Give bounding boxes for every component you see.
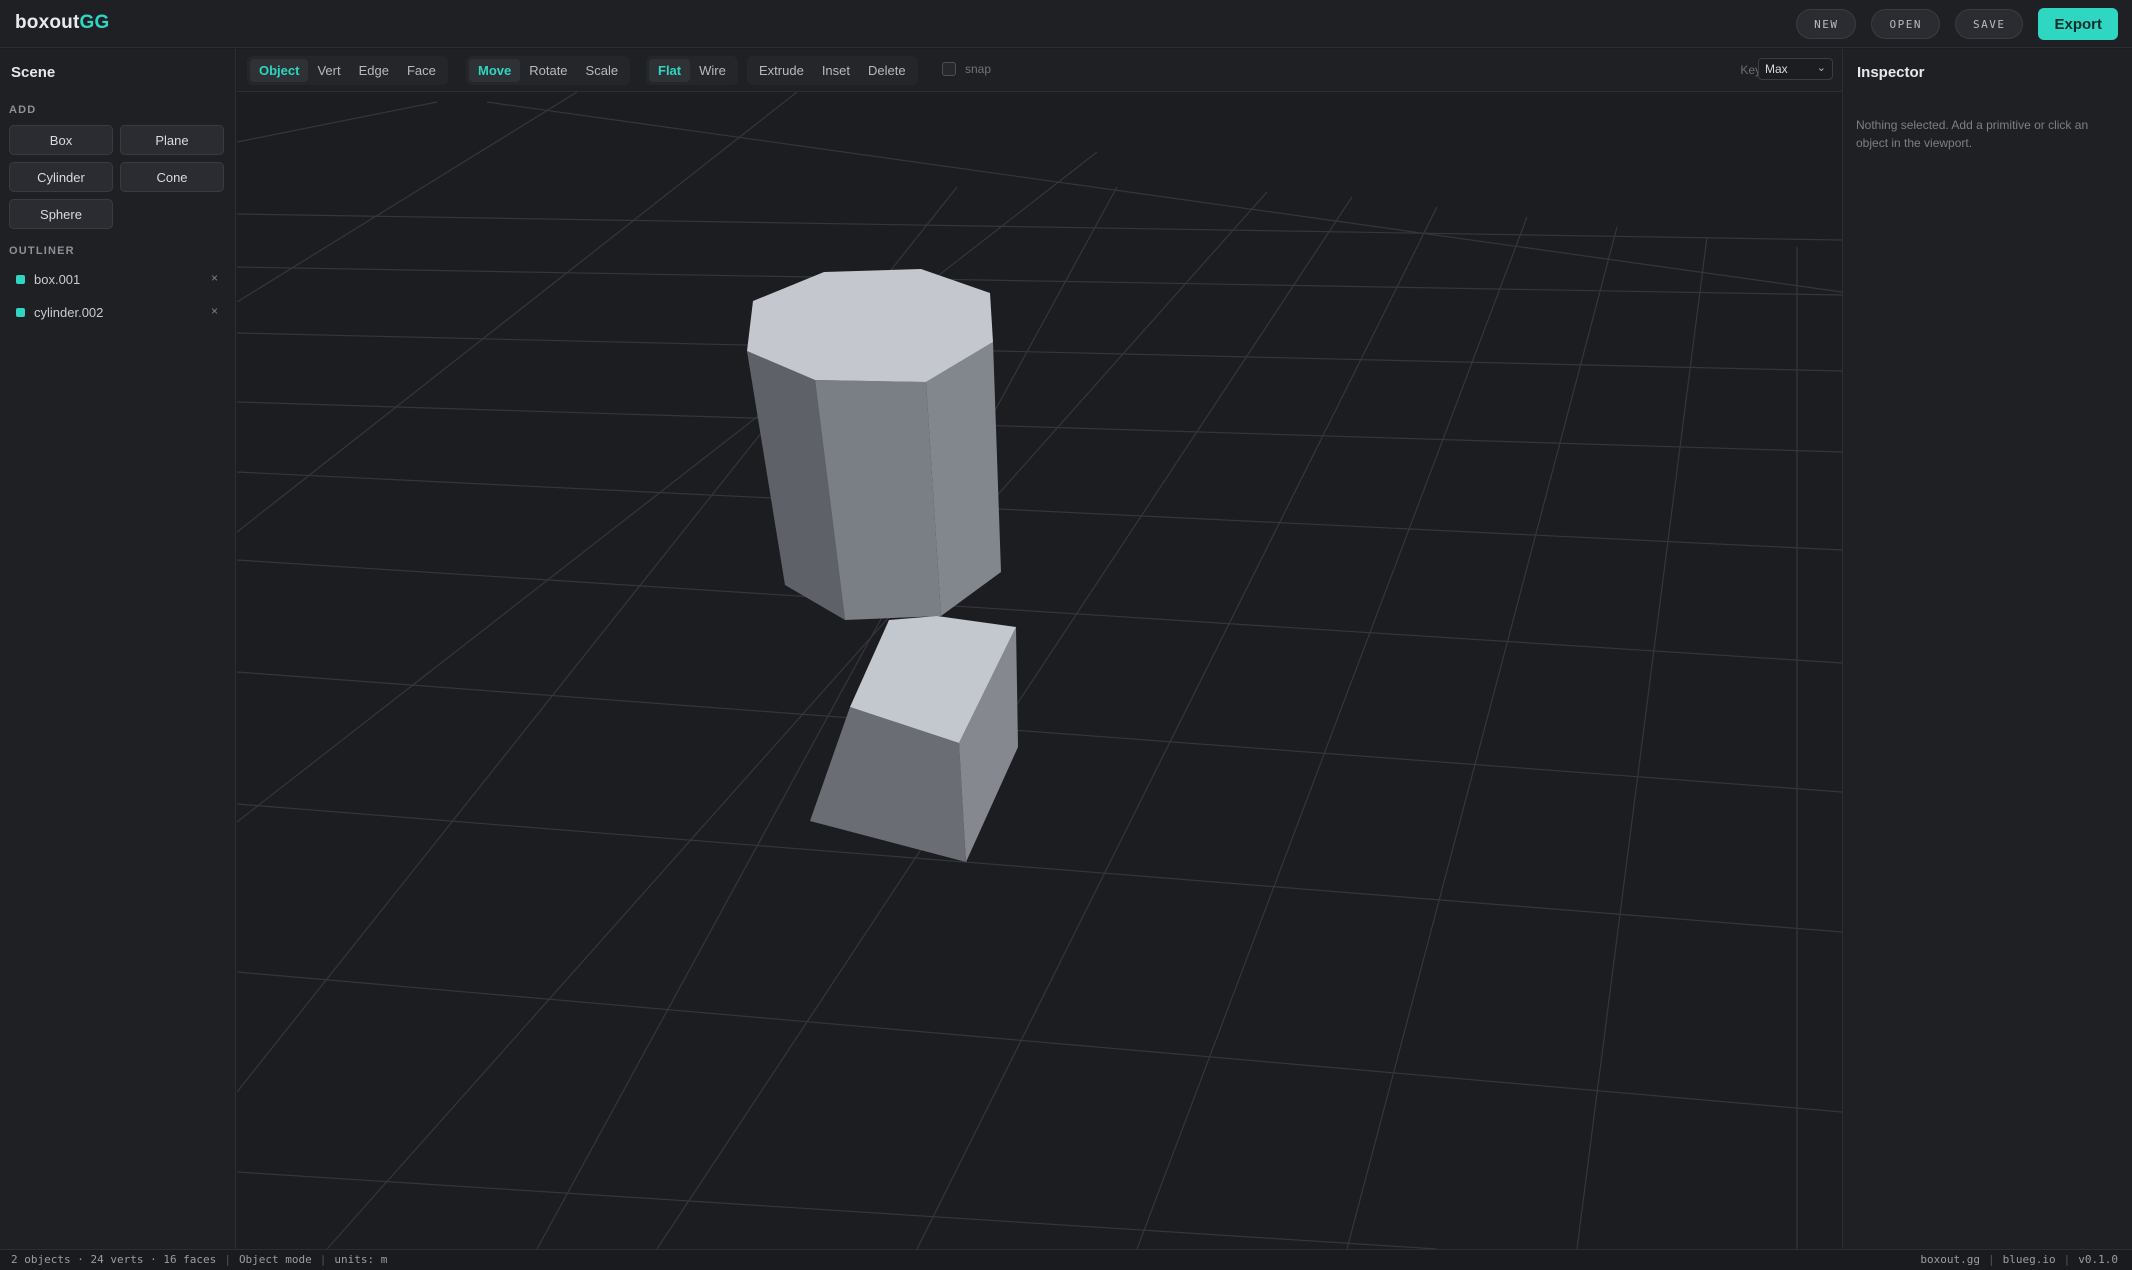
ground-grid [237, 92, 1842, 1249]
transform-group: Move Rotate Scale [466, 56, 631, 85]
logo-accent: GG [79, 12, 110, 33]
mode-object-button[interactable]: Object [250, 59, 309, 82]
inset-button[interactable]: Inset [813, 59, 859, 82]
units-status: units: m [334, 1253, 388, 1266]
shading-group: Flat Wire [646, 56, 738, 85]
edit-mode-status: Object mode [238, 1253, 312, 1266]
add-cone-button[interactable]: Cone [120, 162, 224, 192]
viewport-toolbar: Object Vert Edge Face Move Rotate Scale … [237, 49, 1842, 92]
extrude-button[interactable]: Extrude [750, 59, 813, 82]
outliner-item-name: cylinder.002 [34, 304, 104, 320]
scene-title: Scene [11, 64, 56, 81]
mode-face-button[interactable]: Face [398, 59, 445, 82]
snap-checkbox[interactable] [942, 62, 956, 76]
remove-icon[interactable]: × [211, 271, 218, 285]
add-section-label: ADD [9, 104, 37, 116]
outliner-section-label: OUTLINER [9, 245, 75, 257]
object-color-swatch [16, 274, 25, 284]
blueg-link[interactable]: blueg.io [2003, 1253, 2056, 1266]
chevron-down-icon: ⌄ [1816, 62, 1826, 74]
status-separator: | [2063, 1253, 2071, 1266]
rotate-tool-button[interactable]: Rotate [520, 59, 576, 82]
version-label: v0.1.0 [2078, 1253, 2118, 1266]
inspector-panel: Inspector Nothing selected. Add a primit… [1842, 49, 2132, 1249]
save-button[interactable]: SAVE [1954, 9, 2024, 39]
scale-tool-button[interactable]: Scale [577, 59, 628, 82]
status-separator: | [224, 1253, 231, 1266]
cylinder-mesh[interactable] [747, 269, 1001, 620]
inspector-title: Inspector [1857, 64, 1925, 81]
snap-toggle[interactable]: snap [942, 62, 991, 76]
remove-icon[interactable]: × [211, 304, 218, 318]
add-box-button[interactable]: Box [9, 125, 113, 155]
wire-shading-button[interactable]: Wire [690, 59, 735, 82]
delete-button[interactable]: Delete [859, 59, 915, 82]
flat-shading-button[interactable]: Flat [649, 59, 691, 82]
select-mode-group: Object Vert Edge Face [247, 56, 448, 85]
boxout-link[interactable]: boxout.gg [1920, 1253, 1980, 1266]
move-tool-button[interactable]: Move [469, 59, 521, 82]
top-bar: boxoutGG NEW OPEN SAVE Export [0, 0, 2132, 48]
outliner-item[interactable]: box.001 × [9, 266, 225, 292]
box-mesh[interactable] [810, 616, 1018, 862]
mode-vert-button[interactable]: Vert [308, 59, 349, 82]
add-plane-button[interactable]: Plane [120, 125, 224, 155]
file-actions: NEW OPEN SAVE Export [1781, 8, 2118, 40]
app-logo[interactable]: boxoutGG [15, 12, 110, 34]
inspector-empty-message: Nothing selected. Add a primitive or cli… [1856, 118, 2089, 150]
add-sphere-button[interactable]: Sphere [9, 199, 113, 229]
status-bar: 2 objects · 24 verts · 16 faces | Object… [0, 1249, 2132, 1270]
operations-group: Extrude Inset Delete [747, 56, 918, 85]
outliner-item[interactable]: cylinder.002 × [9, 299, 225, 325]
keys-preset-select[interactable]: Max ⌄ [1758, 58, 1833, 80]
open-button[interactable]: OPEN [1871, 9, 1940, 39]
viewport-canvas[interactable] [237, 92, 1842, 1249]
scene-stats: 2 objects · 24 verts · 16 faces [11, 1253, 217, 1266]
export-button[interactable]: Export [2038, 8, 2118, 40]
add-cylinder-button[interactable]: Cylinder [9, 162, 113, 192]
mode-edge-button[interactable]: Edge [350, 59, 398, 82]
new-button[interactable]: NEW [1796, 9, 1857, 39]
status-separator: | [1988, 1253, 1995, 1266]
snap-label: snap [965, 62, 992, 76]
outliner-item-name: box.001 [34, 271, 81, 287]
keys-preset-value: Max [1765, 62, 1788, 76]
logo-main: boxout [15, 12, 80, 33]
scene-panel: Scene ADD Box Plane Cylinder Cone Sphere… [0, 49, 236, 1249]
3d-viewport[interactable] [237, 92, 1842, 1249]
status-separator: | [319, 1253, 327, 1266]
object-color-swatch [16, 307, 25, 317]
